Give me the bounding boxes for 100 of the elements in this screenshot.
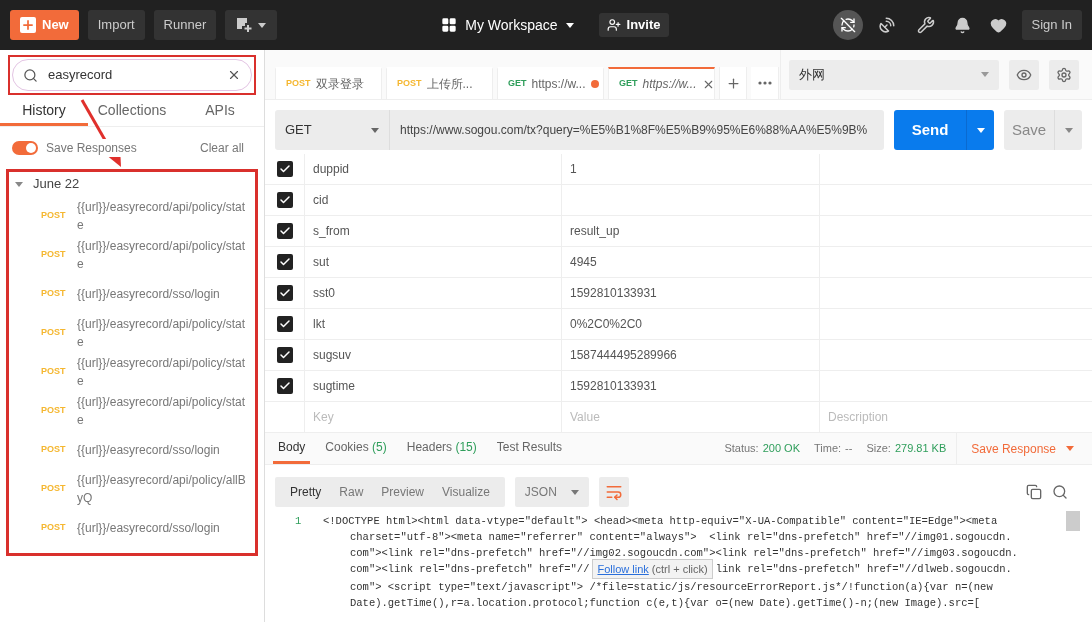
history-item[interactable]: POST {{url}}/easyrecord/sso/login [9,430,255,469]
check-icon [278,225,291,237]
history-item[interactable]: POST {{url}}/easyrecord/api/policy/state [9,313,255,352]
checkbox[interactable] [276,347,293,363]
wrap-button[interactable] [598,477,629,507]
wrench-icon[interactable] [916,16,935,34]
history-item[interactable]: POST {{url}}/easyrecord/sso/login [9,508,255,547]
view-mode-tab[interactable]: Preview [372,483,434,501]
sidebar-tab[interactable]: History [0,98,88,126]
method-label: GET [619,77,638,91]
checkbox[interactable] [276,378,293,394]
response-tab[interactable]: Cookies (5) [320,433,392,464]
code-line: com"><link rel="dns-prefetch" href="// [350,562,590,577]
clear-icon[interactable] [227,68,241,82]
clear-all-link[interactable]: Clear all [200,139,244,157]
checkbox[interactable] [276,161,293,177]
sync-icon[interactable] [832,10,863,40]
tooltip-hint: (ctrl + click) [651,562,708,577]
param-key: sugsuv [313,346,352,364]
response-tab[interactable]: Body [273,433,311,464]
save-response-button[interactable]: Save Response [956,433,1084,464]
runner-button[interactable]: Runner [153,10,217,40]
history-item[interactable]: POST {{url}}/easyrecord/api/policy/state [9,352,255,391]
sign-in-button[interactable]: Sign In [1021,10,1082,40]
copy-icon[interactable] [1026,484,1042,500]
settings-button[interactable] [1049,59,1079,90]
sidebar-tab[interactable]: APIs [176,98,264,126]
param-key: sugtime [313,377,356,395]
send-button[interactable]: Send [894,110,966,150]
more-icon [757,81,772,85]
import-button[interactable]: Import [87,10,145,40]
view-mode-tab[interactable]: Raw [330,483,373,501]
param-key: s_from [313,222,350,240]
window-plus-icon [236,17,253,33]
code-line: charset="utf-8"><meta name="referrer" content="always"> <link rel="dns-prefetch" href="//img01.sogoucdn. [350,530,1012,545]
user-plus-icon [606,18,621,32]
caret-icon [570,489,579,495]
new-button[interactable]: New [10,10,79,40]
view-mode-tab[interactable]: Pretty [281,483,331,501]
method-label: POST [41,403,65,417]
param-value: 0%2C0%2C0 [570,316,643,333]
response-tab[interactable]: Headers (15) [401,433,482,464]
request-tab[interactable]: GET https://w... [497,67,604,99]
eye-button[interactable] [1009,59,1039,90]
tab-title: 双录登录 [315,76,364,93]
save-button[interactable]: Save [1004,110,1054,150]
new-window-button[interactable] [225,10,278,40]
history-item[interactable]: POST {{url}}/easyrecord/sso/login [9,274,255,313]
request-tab[interactable]: POST 上传所... [386,67,493,99]
group-header[interactable]: June 22 [9,172,86,196]
heart-icon[interactable] [989,16,1007,34]
history-item[interactable]: POST {{url}}/easyrecord/api/policy/state [9,196,255,235]
search-input[interactable]: easyrecord [48,65,217,85]
workspace-menu[interactable]: My Workspace [441,14,574,36]
method-select[interactable]: GET [275,110,390,150]
toggle-switch[interactable] [12,141,38,155]
method-label: GET [508,77,527,91]
request-url: {{url}}/easyrecord/sso/login [77,441,220,459]
follow-link[interactable]: Follow link [597,561,649,577]
sync-off-glyph [839,17,856,33]
history-item[interactable]: POST {{url}}/easyrecord/api/policy/allByQ [9,469,255,508]
environment-select[interactable]: 外网 [789,59,999,90]
tab-title: https://w... [642,76,697,93]
invite-button[interactable]: Invite [598,13,669,37]
checkbox[interactable] [276,316,293,332]
caret-icon [1066,446,1074,451]
url-field[interactable]: https://www.sogou.com/tx?query=%E5%B1%8F%E5%B9%95%E6%88%AA%E5%9B% [390,110,884,150]
caret-icon [258,22,267,28]
checkbox[interactable] [276,223,293,239]
method-label: POST [41,247,65,261]
method-label: POST [41,208,65,222]
satellite-dish-icon[interactable] [877,16,896,34]
caret-icon [565,22,574,28]
checkbox[interactable] [276,192,293,208]
code-line: com"> <script type="text/javascript"> /*file=static/js/resourceErrorReport.js*/!function(a){var n=(new [350,580,993,595]
param-value: 1587444495289966 [570,347,677,364]
tab-title: 上传所... [426,76,473,93]
format-select[interactable]: JSON [514,477,589,507]
save-responses-label: Save Responses [46,139,137,157]
request-url: {{url}}/easyrecord/sso/login [77,285,220,303]
tab-title: https://w... [531,76,586,93]
bell-icon[interactable] [953,16,971,34]
history-item[interactable]: POST {{url}}/easyrecord/api/policy/state [9,235,255,274]
caret-icon [371,127,379,133]
checkbox[interactable] [276,254,293,270]
request-tab[interactable]: POST 双录登录 [275,67,382,99]
status-value: 200 OK [762,441,800,457]
search-icon[interactable] [1052,484,1068,500]
history-item[interactable]: POST {{url}}/easyrecord/api/policy/state [9,391,255,430]
method-label: POST [397,77,422,91]
request-tab[interactable]: GET https://w... [608,67,715,99]
method-label: POST [41,286,65,300]
sidebar-tab[interactable]: Collections [88,98,176,126]
method-label: POST [286,77,311,91]
request-url: {{url}}/easyrecord/api/policy/allByQ [77,471,247,507]
checkbox[interactable] [276,285,293,301]
view-mode-tab[interactable]: Visualize [433,483,499,501]
request-url: {{url}}/easyrecord/sso/login [77,519,220,537]
response-tab[interactable]: Test Results [491,433,568,464]
code-line: <!DOCTYPE html><html data-vtype="default"> <head><meta http-equiv="X-UA-Compatible" content="IE=Edge"><meta [323,514,998,529]
